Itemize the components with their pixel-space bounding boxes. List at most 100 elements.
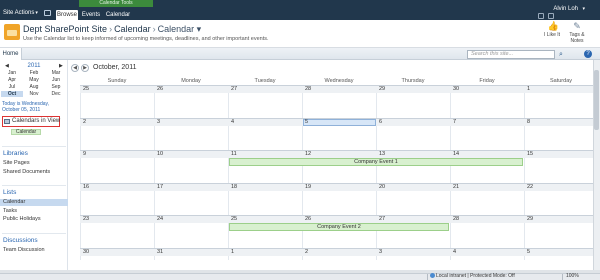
tab-browse[interactable]: Browse xyxy=(56,10,78,20)
month-aug[interactable]: Aug xyxy=(23,84,45,90)
scrollbar-thumb[interactable] xyxy=(594,70,599,130)
day-number[interactable]: 13 xyxy=(379,151,385,158)
day-number[interactable]: 14 xyxy=(453,151,459,158)
day-number[interactable]: 12 xyxy=(305,151,311,158)
security-zone-label: Local intranet | Protected Mode: Off xyxy=(436,273,515,279)
day-number[interactable]: 8 xyxy=(527,119,530,126)
day-number[interactable]: 31 xyxy=(157,249,163,256)
day-number[interactable]: 11 xyxy=(231,151,237,158)
search-input[interactable]: Search this site... xyxy=(467,50,555,59)
site-actions-menu[interactable]: Site Actions▾ xyxy=(3,9,38,17)
security-zone[interactable]: Local intranet | Protected Mode: Off xyxy=(430,273,515,280)
day-number[interactable]: 29 xyxy=(527,216,533,223)
ribbon-icon-two[interactable] xyxy=(548,13,554,19)
grid-column-line xyxy=(154,85,155,260)
day-number[interactable]: 15 xyxy=(527,151,533,158)
month-mar[interactable]: Mar xyxy=(45,70,67,76)
nav-item-public-holidays[interactable]: Public Holidays xyxy=(3,216,41,223)
nav-heading-discussions[interactable]: Discussions xyxy=(3,237,38,245)
day-number[interactable]: 2 xyxy=(305,249,308,256)
calendar-event[interactable]: Company Event 1 xyxy=(229,158,523,166)
day-number[interactable]: 27 xyxy=(231,86,237,93)
day-number[interactable]: 17 xyxy=(157,184,163,191)
day-number[interactable]: 30 xyxy=(453,86,459,93)
month-dec[interactable]: Dec xyxy=(45,91,67,97)
day-number[interactable]: 3 xyxy=(379,249,382,256)
month-jun[interactable]: Jun xyxy=(45,77,67,83)
next-month-button[interactable]: ▶ xyxy=(81,64,89,72)
today-cell[interactable] xyxy=(303,118,376,126)
month-nov[interactable]: Nov xyxy=(23,91,45,97)
day-number[interactable]: 21 xyxy=(453,184,459,191)
day-number[interactable]: 6 xyxy=(379,119,382,126)
day-number[interactable]: 1 xyxy=(231,249,234,256)
day-number[interactable]: 18 xyxy=(231,184,237,191)
day-number[interactable]: 28 xyxy=(453,216,459,223)
help-icon[interactable]: ? xyxy=(584,50,592,58)
tags-notes-button[interactable]: ✎ Tags & Notes xyxy=(565,22,589,45)
prev-month-button[interactable]: ◀ xyxy=(71,64,79,72)
breadcrumb-view[interactable]: Calendar xyxy=(158,24,195,34)
calendar-overlay-chip[interactable]: Calendar xyxy=(11,129,41,135)
nav-item-calendar[interactable]: Calendar xyxy=(0,199,68,206)
day-number[interactable]: 5 xyxy=(527,249,530,256)
day-number[interactable]: 20 xyxy=(379,184,385,191)
month-oct[interactable]: Oct xyxy=(1,91,23,97)
navigate-up-icon[interactable] xyxy=(44,10,51,16)
grid-column-line xyxy=(302,85,303,260)
day-number[interactable]: 25 xyxy=(83,86,89,93)
nav-heading-libraries[interactable]: Libraries xyxy=(3,150,28,158)
weekday-monday: Monday xyxy=(181,78,201,84)
month-sep[interactable]: Sep xyxy=(45,84,67,90)
day-number[interactable]: 23 xyxy=(83,216,89,223)
day-number[interactable]: 19 xyxy=(305,184,311,191)
day-number[interactable]: 28 xyxy=(305,86,311,93)
day-number[interactable]: 24 xyxy=(157,216,163,223)
month-feb[interactable]: Feb xyxy=(23,70,45,76)
day-number[interactable]: 30 xyxy=(83,249,89,256)
calendar-event[interactable]: Company Event 2 xyxy=(229,223,449,231)
day-number[interactable]: 26 xyxy=(305,216,311,223)
day-number[interactable]: 2 xyxy=(83,119,86,126)
chevron-right-icon[interactable]: ▶ xyxy=(59,62,63,70)
day-number[interactable]: 29 xyxy=(379,86,385,93)
day-number[interactable]: 9 xyxy=(83,151,86,158)
day-number[interactable]: 4 xyxy=(231,119,234,126)
nav-item-site-pages[interactable]: Site Pages xyxy=(3,160,30,167)
month-apr[interactable]: Apr xyxy=(1,77,23,83)
day-number[interactable]: 26 xyxy=(157,86,163,93)
day-number[interactable]: 16 xyxy=(83,184,89,191)
i-like-it-button[interactable]: 👍 I Like It xyxy=(540,22,564,39)
day-number[interactable]: 5 xyxy=(305,119,308,126)
nav-item-shared-documents[interactable]: Shared Documents xyxy=(3,169,50,176)
month-jul[interactable]: Jul xyxy=(1,84,23,90)
tab-events[interactable]: Events xyxy=(80,10,102,20)
site-logo-icon[interactable] xyxy=(4,24,20,40)
i-like-it-label: I Like It xyxy=(543,32,561,38)
nav-item-team-discussion[interactable]: Team Discussion xyxy=(3,247,45,254)
calendars-in-view-label[interactable]: Calendars in View xyxy=(12,117,60,126)
search-icon[interactable]: ⌕ xyxy=(557,50,565,59)
day-number[interactable]: 22 xyxy=(527,184,533,191)
day-number[interactable]: 4 xyxy=(453,249,456,256)
nav-home-tab[interactable]: Home xyxy=(0,48,22,60)
ribbon-icon-one[interactable] xyxy=(538,13,544,19)
breadcrumb-list[interactable]: Calendar xyxy=(114,24,151,34)
day-number[interactable]: 3 xyxy=(157,119,160,126)
day-number[interactable]: 7 xyxy=(453,119,456,126)
day-number[interactable]: 25 xyxy=(231,216,237,223)
day-number[interactable]: 10 xyxy=(157,151,163,158)
month-jan[interactable]: Jan xyxy=(1,70,23,76)
day-number[interactable]: 27 xyxy=(379,216,385,223)
zoom-level[interactable]: 100% xyxy=(566,273,579,280)
user-menu[interactable]: Alvin Loh xyxy=(553,5,578,13)
chevron-down-icon[interactable]: ▾ xyxy=(582,5,585,13)
chevron-down-icon[interactable]: ▾ xyxy=(194,24,202,34)
breadcrumb-site[interactable]: Dept SharePoint Site xyxy=(23,24,107,34)
month-may[interactable]: May xyxy=(23,77,45,83)
tab-calendar[interactable]: Calendar xyxy=(104,10,132,20)
nav-item-tasks[interactable]: Tasks xyxy=(3,208,17,215)
day-number[interactable]: 1 xyxy=(527,86,530,93)
nav-separator xyxy=(2,185,66,186)
nav-heading-lists[interactable]: Lists xyxy=(3,189,16,197)
